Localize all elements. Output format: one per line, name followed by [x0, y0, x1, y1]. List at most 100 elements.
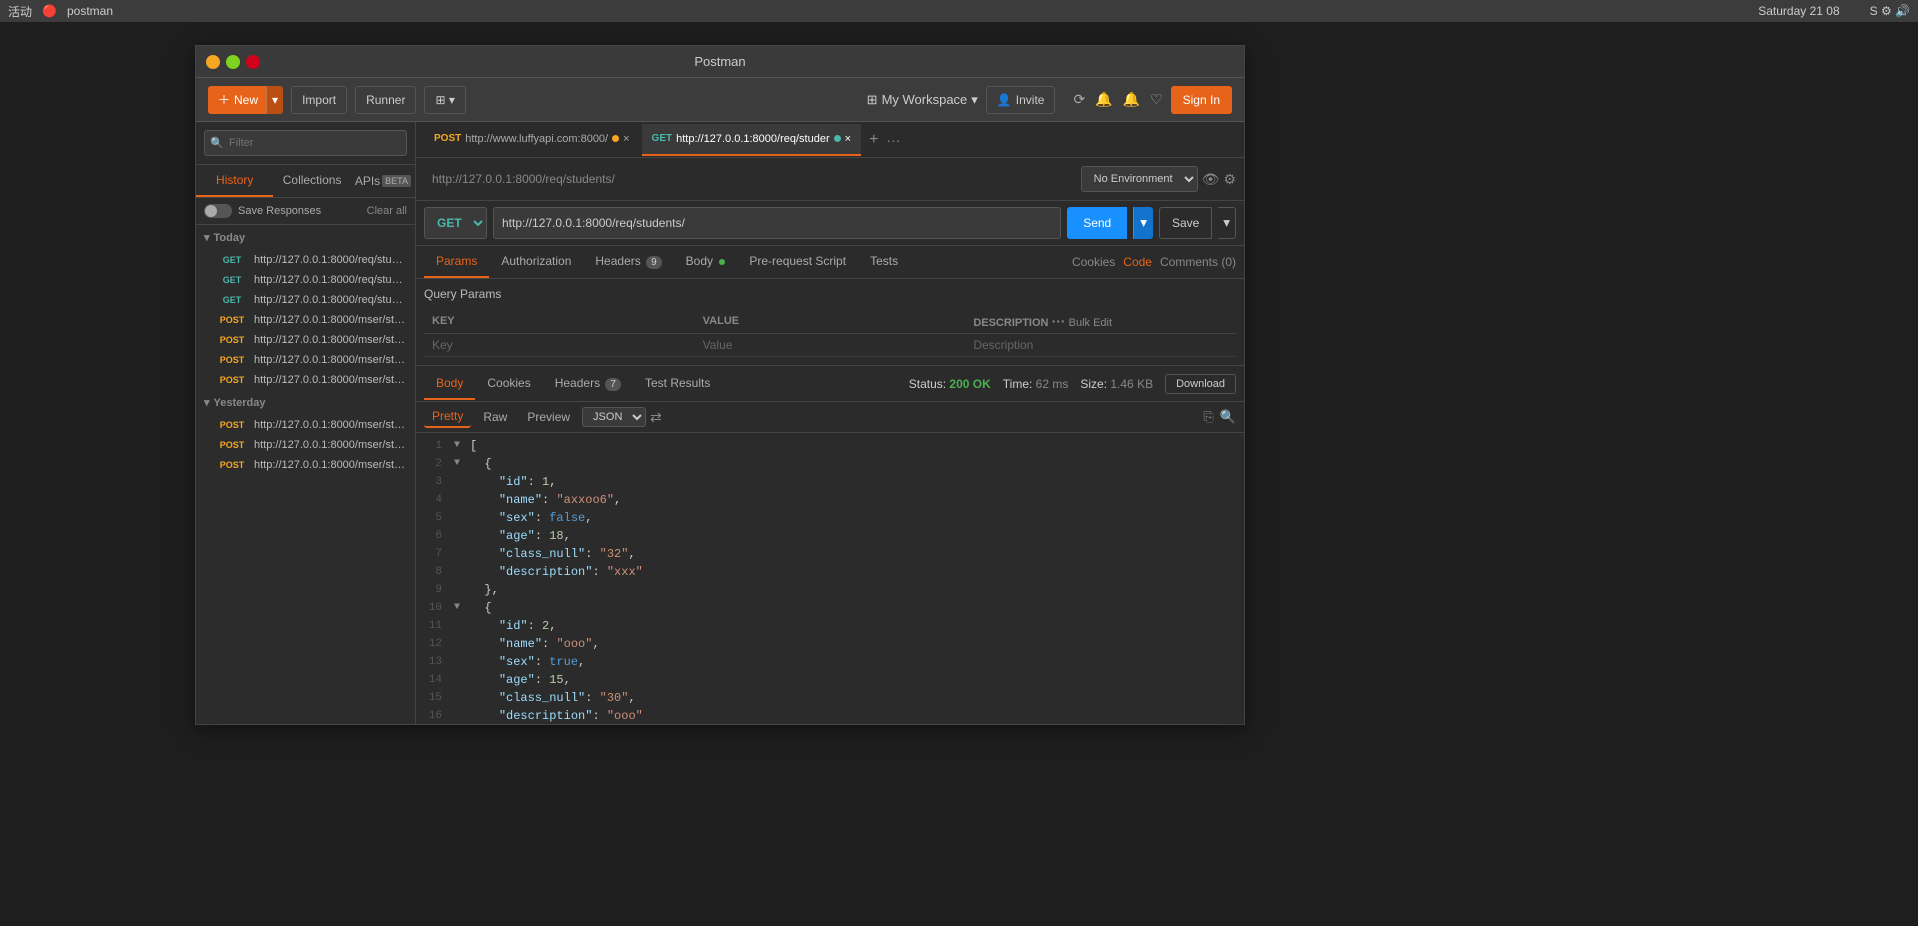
workspace-label: My Workspace — [882, 92, 968, 107]
list-item[interactable]: GET http://127.0.0.1:8000/req/students/ — [196, 270, 415, 290]
preview-button[interactable]: Preview — [519, 407, 578, 427]
resp-tab-test-results[interactable]: Test Results — [633, 368, 722, 400]
title-bar-left — [206, 55, 266, 69]
sidebar-tab-history[interactable]: History — [196, 165, 273, 197]
list-item[interactable]: POST http://127.0.0.1:8000/mser/students… — [196, 415, 415, 435]
invite-button[interactable]: 👤 Invite — [986, 86, 1056, 114]
title-bar: Postman — [196, 46, 1244, 78]
tab-headers[interactable]: Headers 9 — [583, 246, 673, 278]
workspace-button[interactable]: ⊞ My Workspace ▾ — [867, 92, 978, 108]
send-dropdown-button[interactable]: ▾ — [1133, 207, 1153, 239]
invite-label: Invite — [1016, 93, 1045, 107]
search-icon: 🔍 — [210, 137, 224, 150]
json-line: 6 "age": 18, — [416, 527, 1244, 545]
env-icons: 👁 ⚙ — [1202, 171, 1236, 188]
save-responses-label: Save Responses — [204, 204, 321, 218]
import-button[interactable]: Import — [291, 86, 347, 114]
new-dropdown-arrow[interactable]: ▾ — [266, 86, 283, 114]
response-size: Size: 1.46 KB — [1080, 377, 1153, 391]
minimize-button[interactable] — [206, 55, 220, 69]
list-item[interactable]: POST http://127.0.0.1:8000/mser/students… — [196, 370, 415, 390]
method-select[interactable]: GET — [424, 207, 487, 239]
sidebar-tab-apis[interactable]: APIs BETA — [351, 165, 415, 197]
method-badge-post: POST — [216, 354, 248, 366]
list-item[interactable]: POST http://127.0.0.1:8000/mser/students… — [196, 310, 415, 330]
more-tabs-button[interactable]: ··· — [886, 132, 900, 148]
json-line: 16 "description": "ooo" — [416, 707, 1244, 724]
resp-tab-body[interactable]: Body — [424, 368, 475, 400]
extra-button[interactable]: ⊞ ▾ — [424, 86, 465, 114]
env-settings-icon[interactable]: ⚙ — [1223, 171, 1236, 188]
history-url: http://127.0.0.1:8000/mser/students/ — [254, 374, 407, 386]
env-info-icon[interactable]: 👁 — [1202, 171, 1220, 188]
list-item[interactable]: GET http://127.0.0.1:8000/req/students/ — [196, 250, 415, 270]
save-button[interactable]: Save — [1159, 207, 1212, 239]
filter-input[interactable] — [204, 130, 407, 156]
plus-icon: ＋ — [218, 91, 230, 108]
os-topbar-icons: S ⚙ 🔊 — [1870, 4, 1910, 18]
history-url: http://127.0.0.1:8000/mser/students/ — [254, 314, 407, 326]
list-item[interactable]: POST http://127.0.0.1:8000/mser/students… — [196, 435, 415, 455]
save-dropdown-button[interactable]: ▾ — [1218, 207, 1236, 239]
tab-close-icon[interactable]: × — [623, 133, 629, 145]
save-responses-toggle[interactable] — [204, 204, 232, 218]
value-input[interactable] — [703, 338, 958, 352]
sidebar-options: Save Responses Clear all — [196, 198, 415, 225]
cookies-link[interactable]: Cookies — [1072, 255, 1115, 269]
today-label: Today — [214, 232, 246, 244]
add-tab-button[interactable]: + — [863, 131, 884, 149]
tab-pre-request[interactable]: Pre-request Script — [737, 246, 858, 278]
workspace-dropdown-icon: ▾ — [971, 92, 978, 108]
json-line: 11 "id": 2, — [416, 617, 1244, 635]
list-item[interactable]: POST http://127.0.0.1:8000/mser/student — [196, 455, 415, 475]
tab-authorization[interactable]: Authorization — [489, 246, 583, 278]
method-badge-post: POST — [216, 439, 248, 451]
notification-icon[interactable]: 🔔 — [1123, 91, 1140, 108]
format-type-select[interactable]: JSON — [582, 407, 646, 427]
close-button[interactable] — [246, 55, 260, 69]
runner-button[interactable]: Runner — [355, 86, 416, 114]
copy-icon[interactable]: ⎘ — [1203, 409, 1213, 425]
description-input[interactable] — [973, 338, 1228, 352]
list-item[interactable]: GET http://127.0.0.1:8000/req/students/ — [196, 290, 415, 310]
raw-button[interactable]: Raw — [475, 407, 515, 427]
tab-tests[interactable]: Tests — [858, 246, 910, 278]
download-button[interactable]: Download — [1165, 374, 1236, 394]
os-app-icon: 🔴 — [42, 4, 57, 18]
json-line: 3 "id": 1, — [416, 473, 1244, 491]
request-options-tabs: Params Authorization Headers 9 Body Pre-… — [416, 246, 1244, 279]
format-right-icons: ⎘ 🔍 — [1203, 409, 1236, 425]
list-item[interactable]: POST http://127.0.0.1:8000/mser/students… — [196, 350, 415, 370]
beta-badge: BETA — [382, 175, 411, 187]
resp-tab-cookies[interactable]: Cookies — [475, 368, 542, 400]
heart-icon[interactable]: ♡ — [1150, 91, 1163, 108]
send-button[interactable]: Send — [1067, 207, 1127, 239]
bell-icon[interactable]: 🔔 — [1095, 91, 1112, 108]
request-area: POST http://www.luffyapi.com:8000/ × GET… — [416, 122, 1244, 724]
sync-icon[interactable]: ⟳ — [1073, 91, 1085, 108]
params-table: KEY VALUE DESCRIPTION ··· Bulk Edit — [424, 309, 1236, 357]
chevron-down-icon: ▾ — [204, 396, 210, 409]
sign-in-button[interactable]: Sign In — [1171, 86, 1232, 114]
tab-close-icon[interactable]: × — [845, 133, 851, 145]
resp-tab-headers[interactable]: Headers 7 — [543, 368, 633, 400]
tab-post-luffyapi[interactable]: POST http://www.luffyapi.com:8000/ × — [424, 124, 640, 156]
environment-select[interactable]: No Environment — [1081, 166, 1198, 192]
tab-params[interactable]: Params — [424, 246, 489, 278]
tab-body[interactable]: Body — [674, 246, 738, 278]
search-response-icon[interactable]: 🔍 — [1220, 409, 1236, 425]
value-column-header: VALUE — [695, 309, 966, 334]
os-app-name: postman — [67, 4, 113, 18]
key-input[interactable] — [432, 338, 687, 352]
comments-link[interactable]: Comments (0) — [1160, 255, 1236, 269]
bulk-edit-button[interactable]: Bulk Edit — [1069, 317, 1112, 329]
tab-get-students[interactable]: GET http://127.0.0.1:8000/req/studer × — [642, 124, 862, 156]
pretty-button[interactable]: Pretty — [424, 406, 471, 428]
list-item[interactable]: POST http://127.0.0.1:8000/mser/students… — [196, 330, 415, 350]
code-link[interactable]: Code — [1123, 255, 1152, 269]
maximize-button[interactable] — [226, 55, 240, 69]
sidebar-tab-collections[interactable]: Collections — [273, 165, 350, 197]
url-input[interactable] — [493, 207, 1061, 239]
new-button[interactable]: ＋ New ▾ — [208, 86, 283, 114]
clear-all-button[interactable]: Clear all — [367, 205, 407, 217]
